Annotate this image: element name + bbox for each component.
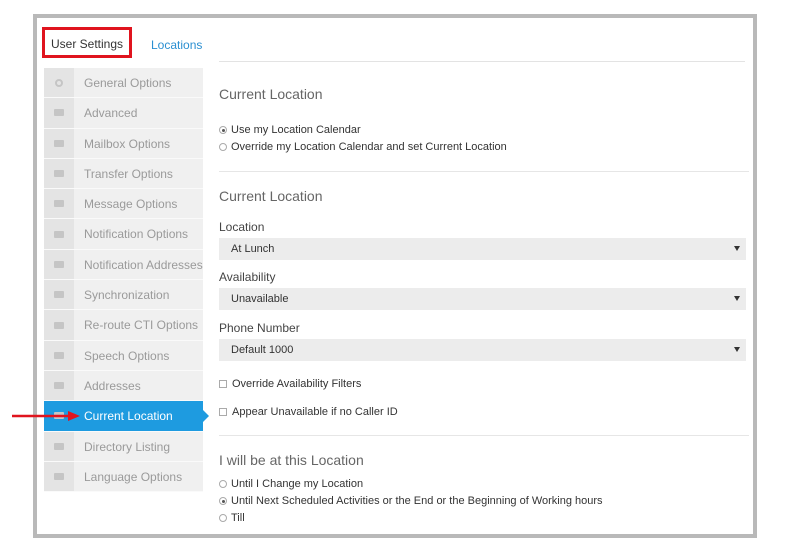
- caret-down-icon: [734, 296, 740, 301]
- envelope-icon: [54, 109, 64, 117]
- sidebar-item-general-options[interactable]: General Options: [44, 68, 203, 99]
- envelope-icon: [54, 260, 64, 268]
- sidebar-icon-cell: [44, 280, 74, 310]
- sidebar-item-advanced[interactable]: Advanced: [44, 98, 203, 129]
- phone-number-select[interactable]: Default 1000: [219, 339, 746, 361]
- location-select-value: At Lunch: [231, 243, 275, 255]
- checkbox-label: Appear Unavailable if no Caller ID: [232, 406, 398, 418]
- caret-down-icon: [734, 246, 740, 251]
- tab-bar: User Settings Locations: [37, 18, 753, 62]
- checkbox[interactable]: [219, 408, 227, 416]
- sidebar-item-label: Transfer Options: [84, 166, 173, 181]
- sidebar-icon-cell: [44, 219, 74, 249]
- radio-label: Till: [231, 512, 245, 524]
- caret-down-icon: [734, 347, 740, 352]
- checkbox[interactable]: [219, 380, 227, 388]
- sidebar-item-directory-listing[interactable]: Directory Listing: [44, 431, 203, 462]
- section-divider: [219, 171, 749, 172]
- checkbox-label: Override Availability Filters: [232, 378, 362, 390]
- radio-button[interactable]: [219, 126, 227, 134]
- sidebar-item-language-options[interactable]: Language Options: [44, 461, 203, 493]
- appear-unavailable-no-caller-id[interactable]: Appear Unavailable if no Caller ID: [219, 406, 398, 418]
- sidebar-item-notification-addresses[interactable]: Notification Addresses: [44, 249, 203, 281]
- sidebar: General Options Advanced Mailbox Options…: [44, 68, 209, 493]
- sidebar-item-synchronization[interactable]: Synchronization: [44, 280, 203, 311]
- sidebar-icon-cell: [44, 461, 74, 492]
- radio-label: Until I Change my Location: [231, 478, 364, 490]
- radio-button[interactable]: [219, 497, 227, 505]
- sidebar-icon-cell: [44, 128, 74, 158]
- envelope-icon: [54, 442, 64, 450]
- sidebar-item-label: Directory Listing: [84, 439, 171, 454]
- phone-number-select-value: Default 1000: [231, 344, 294, 356]
- sidebar-item-label: General Options: [84, 76, 172, 90]
- sidebar-item-speech-options[interactable]: Speech Options: [44, 340, 203, 371]
- sidebar-item-label: Language Options: [84, 469, 183, 484]
- radio-use-location-calendar[interactable]: Use my Location Calendar: [219, 124, 361, 136]
- radio-label: Until Next Scheduled Activities or the E…: [231, 495, 603, 507]
- sidebar-item-label: Message Options: [84, 197, 178, 212]
- location-label: Location: [219, 220, 265, 234]
- radio-until-change-location[interactable]: Until I Change my Location: [219, 478, 363, 490]
- envelope-icon: [54, 291, 64, 299]
- sidebar-icon-cell: [44, 340, 74, 370]
- radio-until-next-scheduled[interactable]: Until Next Scheduled Activities or the E…: [219, 495, 603, 507]
- sidebar-item-message-options[interactable]: Message Options: [44, 189, 203, 220]
- annotation-arrow-icon: [12, 411, 80, 421]
- sidebar-item-label: Re-route CTI Options: [84, 318, 199, 333]
- radio-button[interactable]: [219, 514, 227, 522]
- availability-select[interactable]: Unavailable: [219, 288, 746, 310]
- sidebar-icon-cell: [44, 158, 74, 189]
- sidebar-icon-cell: [44, 189, 74, 219]
- sidebar-item-label: Speech Options: [84, 348, 170, 363]
- envelope-icon: [54, 200, 64, 208]
- envelope-icon: [54, 230, 64, 238]
- sidebar-item-mailbox-options[interactable]: Mailbox Options: [44, 128, 203, 159]
- section-title-current-location-details: Current Location: [219, 188, 323, 204]
- override-availability-filters[interactable]: Override Availability Filters: [219, 378, 361, 390]
- availability-select-value: Unavailable: [231, 293, 289, 305]
- envelope-icon: [54, 321, 64, 329]
- gear-icon: [55, 78, 63, 87]
- envelope-icon: [54, 473, 64, 480]
- envelope-icon: [54, 170, 64, 178]
- tab-locations[interactable]: Locations: [151, 30, 202, 60]
- sidebar-item-label: Notification Addresses: [84, 257, 203, 272]
- sidebar-item-addresses[interactable]: Addresses: [44, 370, 203, 402]
- sidebar-item-label: Synchronization: [84, 288, 170, 303]
- envelope-icon: [54, 382, 64, 390]
- sidebar-item-label: Current Location: [84, 409, 173, 424]
- availability-label: Availability: [219, 270, 276, 284]
- radio-label: Override my Location Calendar and set Cu…: [231, 141, 507, 153]
- sidebar-item-label: Addresses: [84, 378, 141, 393]
- sidebar-item-label: Notification Options: [84, 227, 189, 242]
- radio-button[interactable]: [219, 143, 227, 151]
- sidebar-icon-cell: [44, 249, 74, 280]
- sidebar-icon-cell: [44, 370, 74, 401]
- sidebar-icon-cell: [44, 431, 74, 461]
- tab-user-settings[interactable]: User Settings: [42, 27, 132, 58]
- section-title-current-location: Current Location: [219, 86, 323, 102]
- sidebar-item-transfer-options[interactable]: Transfer Options: [44, 158, 203, 190]
- tab-divider: [219, 61, 745, 62]
- sidebar-icon-cell: [44, 98, 74, 128]
- radio-till[interactable]: Till: [219, 512, 245, 524]
- section-divider: [219, 435, 749, 436]
- settings-window: User Settings Locations General Options …: [33, 14, 757, 538]
- section-title-location-duration: I will be at this Location: [219, 452, 364, 468]
- sidebar-icon-cell: [44, 310, 74, 340]
- radio-override-location-calendar[interactable]: Override my Location Calendar and set Cu…: [219, 141, 507, 153]
- sidebar-item-label: Mailbox Options: [84, 136, 171, 151]
- radio-label: Use my Location Calendar: [231, 124, 361, 136]
- sidebar-item-reroute-cti-options[interactable]: Re-route CTI Options: [44, 310, 203, 341]
- radio-button[interactable]: [219, 480, 227, 488]
- sidebar-item-notification-options[interactable]: Notification Options: [44, 219, 203, 250]
- sidebar-item-label: Advanced: [84, 106, 138, 121]
- envelope-icon: [54, 351, 64, 359]
- location-select[interactable]: At Lunch: [219, 238, 746, 260]
- sidebar-icon-cell: [44, 68, 74, 98]
- phone-number-label: Phone Number: [219, 321, 300, 335]
- envelope-icon: [54, 139, 64, 147]
